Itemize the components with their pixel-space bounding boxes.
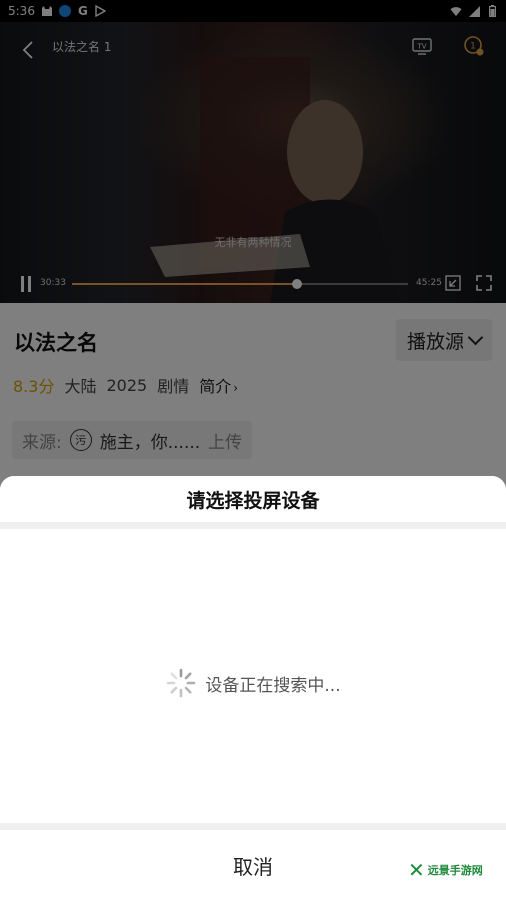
device-list-area: 设备正在搜索中...: [0, 529, 506, 823]
searching-text: 设备正在搜索中...: [205, 675, 341, 696]
searching-status: 设备正在搜索中...: [0, 667, 506, 699]
cancel-label: 取消: [233, 854, 273, 879]
watermark-text: 远景手游网: [427, 864, 483, 877]
cast-device-sheet: 请选择投屏设备 设备正在搜索中... 取消: [0, 476, 506, 900]
site-watermark: ✕ 远景手游网: [408, 858, 483, 882]
watermark-logo-icon: ✕: [408, 858, 425, 882]
sheet-title: 请选择投屏设备: [0, 476, 506, 522]
loading-spinner-icon: [167, 668, 196, 698]
